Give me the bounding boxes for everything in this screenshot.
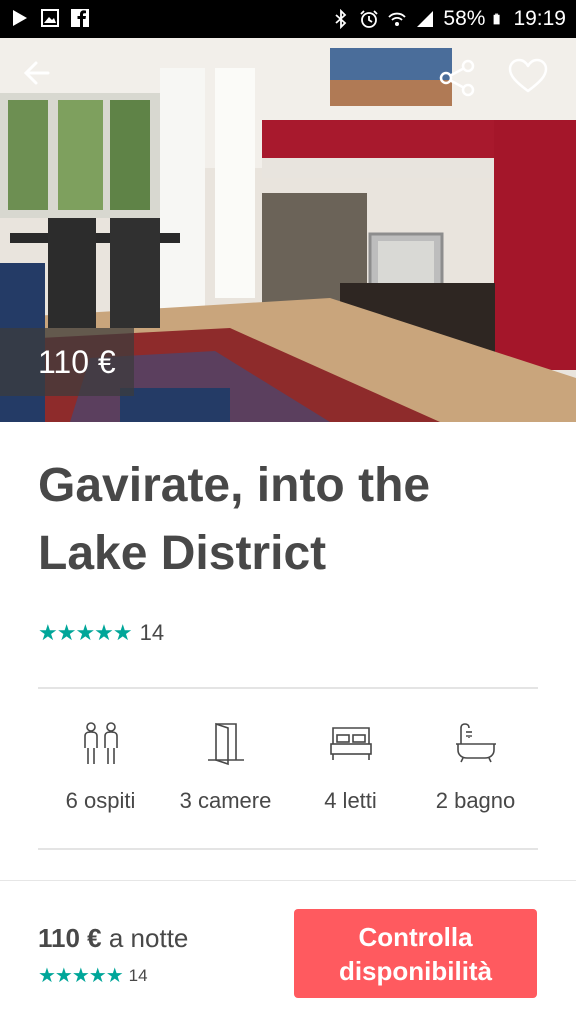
amenity-label: 2 bagno — [435, 788, 516, 813]
clock: 19:19 — [513, 7, 566, 30]
listing-title: Gavirate, into the Lake District — [38, 459, 431, 580]
star-rating: ★★★★★ — [38, 620, 133, 645]
listing-rating[interactable]: ★★★★★ 14 — [38, 620, 164, 646]
battery-percent: 58% — [443, 7, 486, 30]
wifi-icon — [388, 12, 407, 26]
footer-rating: ★★★★★ 14 — [38, 963, 148, 988]
booking-bar: 110 € a notte ★★★★★ 14 Controlla disponi… — [0, 880, 576, 1024]
heart-icon — [508, 58, 548, 93]
door-icon — [207, 722, 244, 766]
bluetooth-icon — [335, 9, 347, 29]
star-rating: ★★★★★ — [38, 965, 124, 987]
facebook-icon — [71, 9, 89, 27]
bed-icon — [329, 727, 372, 760]
battery-icon — [494, 13, 501, 25]
favorite-button[interactable] — [508, 58, 558, 108]
cta-line-1: Controlla — [358, 921, 473, 952]
amenity-beds: 4 letti — [288, 720, 413, 814]
amenity-guests: 6 ospiti — [38, 720, 163, 814]
amenity-bathrooms: 2 bagno — [413, 720, 538, 814]
image-icon — [41, 9, 59, 27]
system-icons: 58% 19:19 — [331, 7, 566, 31]
hero-photo[interactable]: 110 € — [0, 38, 576, 422]
bathtub-icon — [455, 723, 496, 763]
review-count: 14 — [128, 965, 148, 985]
alarm-icon — [360, 10, 379, 28]
price-badge: 110 € — [0, 328, 134, 396]
divider — [38, 848, 538, 850]
divider — [38, 687, 538, 689]
share-button[interactable] — [438, 58, 488, 108]
nightly-price: 110 € a notte — [38, 923, 188, 954]
amenity-label: 6 ospiti — [65, 788, 136, 813]
guests-icon — [83, 722, 118, 764]
status-bar: 58% 19:19 — [0, 0, 576, 38]
share-icon — [439, 59, 475, 97]
notification-icons — [10, 8, 90, 28]
amenity-bedrooms: 3 camere — [163, 720, 288, 814]
check-availability-button[interactable]: Controlla disponibilità — [294, 909, 537, 998]
arrow-left-icon — [23, 61, 50, 85]
nightly-price-unit: a notte — [101, 923, 189, 953]
review-count: 14 — [139, 620, 165, 645]
signal-icon — [417, 11, 434, 27]
amenity-label: 3 camere — [179, 788, 272, 813]
nightly-price-amount: 110 € — [38, 923, 102, 953]
cta-line-2: disponibilità — [338, 955, 493, 986]
play-icon — [13, 10, 27, 26]
back-button[interactable] — [22, 58, 72, 108]
amenities-row: 6 ospiti 3 camere 4 letti 2 bagno — [38, 720, 538, 814]
amenity-label: 4 letti — [324, 788, 377, 813]
